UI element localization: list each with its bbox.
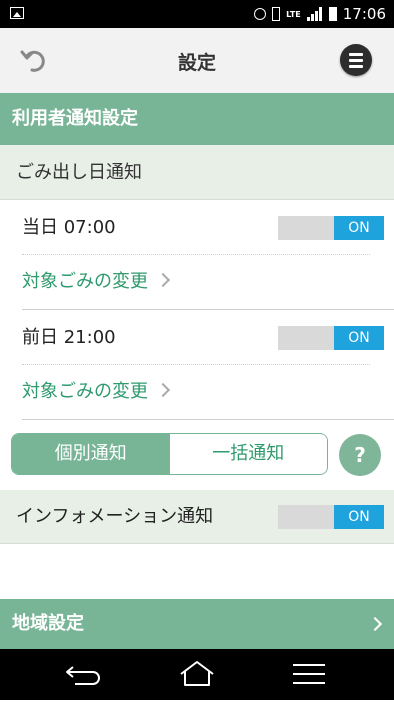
section-header-user-notifications: 利用者通知設定: [0, 93, 394, 145]
system-navigation-bar: [0, 649, 394, 700]
vibrate-icon: [272, 7, 281, 21]
tab-individual-notification[interactable]: 個別通知: [12, 434, 170, 474]
chevron-right-icon: [155, 272, 171, 288]
region-settings-label: 地域設定: [12, 613, 84, 634]
home-icon: [180, 661, 214, 686]
region-settings-row[interactable]: 地域設定: [0, 599, 394, 649]
link-label: 対象ごみの変更: [22, 381, 148, 402]
back-arrow-icon: [66, 666, 100, 685]
previous-day-toggle[interactable]: ON: [278, 326, 384, 350]
signal-icon: [306, 7, 323, 21]
chevron-right-icon: [367, 616, 383, 632]
status-bar: LTE 17:06: [0, 0, 394, 28]
dotted-divider: [22, 364, 370, 365]
menu-icon: [349, 52, 363, 56]
notification-mode-segmented-control: 個別通知 一括通知: [11, 433, 328, 475]
information-notification-label: インフォメーション通知: [16, 506, 214, 527]
change-target-garbage-link-previous-day[interactable]: 対象ごみの変更: [22, 377, 171, 407]
menu-button[interactable]: [340, 44, 372, 76]
toggle-on-label: ON: [334, 505, 384, 529]
clock: 17:06: [342, 5, 386, 23]
toggle-on-label: ON: [334, 326, 384, 350]
image-notification-icon: [10, 7, 24, 19]
nav-back-button[interactable]: [45, 649, 125, 700]
page-title: 設定: [177, 52, 216, 74]
help-button[interactable]: ?: [339, 434, 381, 476]
notification-time-label: 前日 21:00: [22, 327, 116, 348]
tab-bulk-notification[interactable]: 一括通知: [169, 434, 327, 474]
dotted-divider: [22, 254, 370, 255]
nav-home-button[interactable]: [157, 649, 237, 700]
same-day-toggle[interactable]: ON: [278, 216, 384, 240]
garbage-day-notification-header: ごみ出し日通知: [0, 145, 394, 200]
divider: [22, 419, 394, 420]
nav-recent-apps-button[interactable]: [269, 649, 349, 700]
link-label: 対象ごみの変更: [22, 271, 148, 292]
notification-time-label: 当日 07:00: [22, 217, 116, 238]
network-type-label: LTE: [286, 9, 301, 19]
recent-apps-icon: [293, 664, 325, 684]
divider: [22, 309, 394, 310]
chevron-right-icon: [155, 382, 171, 398]
information-toggle[interactable]: ON: [278, 505, 384, 529]
battery-icon: [328, 7, 337, 21]
app-bar: 設定: [0, 28, 394, 94]
toggle-on-label: ON: [334, 216, 384, 240]
change-target-garbage-link-same-day[interactable]: 対象ごみの変更: [22, 267, 171, 297]
alarm-icon: [254, 8, 267, 20]
